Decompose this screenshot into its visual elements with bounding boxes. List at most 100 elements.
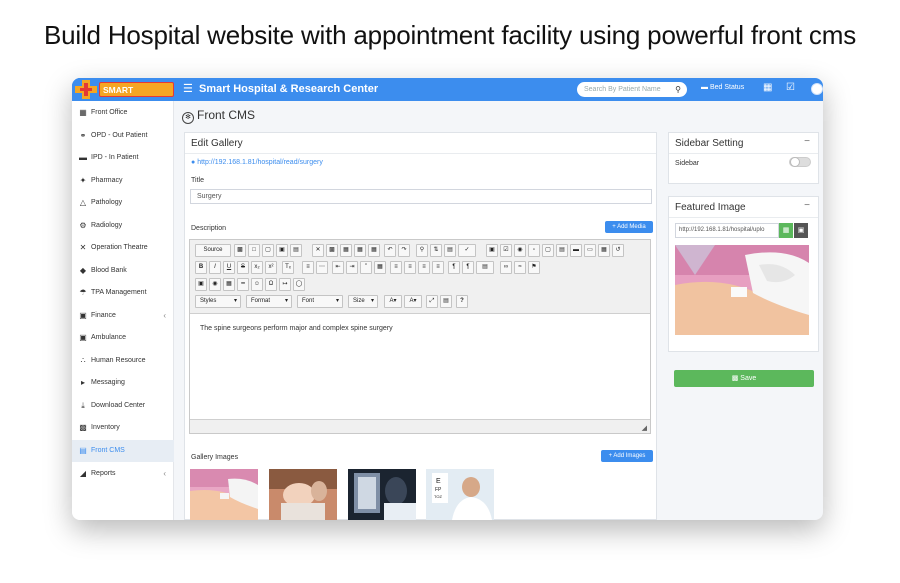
text-color-icon[interactable]: A▾ bbox=[384, 295, 402, 308]
source-button[interactable]: Source bbox=[195, 244, 231, 257]
remove-format-icon[interactable]: Tₓ bbox=[282, 261, 294, 274]
resize-handle-icon[interactable]: ◢ bbox=[642, 424, 647, 432]
show-blocks-icon[interactable]: ▤ bbox=[440, 295, 452, 308]
user-avatar[interactable] bbox=[811, 83, 823, 95]
hamburger-menu-icon[interactable]: ☰ bbox=[183, 82, 193, 95]
image-button-icon[interactable]: ▭ bbox=[584, 244, 596, 257]
link-icon[interactable]: ∞ bbox=[500, 261, 512, 274]
italic-icon[interactable]: I bbox=[209, 261, 221, 274]
calendar-icon[interactable]: ▦ bbox=[763, 82, 772, 93]
checkbox-icon[interactable]: ☑ bbox=[500, 244, 512, 257]
sidebar-item-download-center[interactable]: ⤓ Download Center bbox=[72, 395, 174, 417]
iframe-icon[interactable]: ◯ bbox=[293, 278, 305, 291]
collapse-minus-icon[interactable]: − bbox=[804, 136, 810, 147]
brand-logo[interactable]: SMART HOSPITAL bbox=[72, 78, 174, 110]
textfield-icon[interactable]: ▫ bbox=[528, 244, 540, 257]
numbered-list-icon[interactable]: ≡ bbox=[302, 261, 314, 274]
sidebar-item-finance[interactable]: ▣ Finance ‹ bbox=[72, 305, 174, 327]
flash-icon[interactable]: ◉ bbox=[209, 278, 221, 291]
folder-browse-icon[interactable]: ▦ bbox=[779, 223, 793, 238]
align-right-icon[interactable]: ≡ bbox=[418, 261, 430, 274]
add-images-button[interactable]: + Add Images bbox=[601, 450, 653, 462]
background-color-icon[interactable]: A▾ bbox=[404, 295, 422, 308]
gallery-image-iv-drip[interactable] bbox=[190, 469, 258, 520]
gallery-image-patient[interactable] bbox=[269, 469, 337, 520]
smiley-icon[interactable]: ☺ bbox=[251, 278, 263, 291]
justify-icon[interactable]: ≡ bbox=[432, 261, 444, 274]
language-icon[interactable]: ▤ bbox=[476, 261, 494, 274]
gallery-url-link[interactable]: ● http://192.168.1.81/hospital/read/surg… bbox=[191, 159, 323, 166]
paste-text-icon[interactable]: ▦ bbox=[354, 244, 366, 257]
sidebar-item-reports[interactable]: ◢ Reports ‹ bbox=[72, 463, 174, 485]
text-rtl-icon[interactable]: ¶ bbox=[462, 261, 474, 274]
editor-content[interactable]: The spine surgeons perform major and com… bbox=[200, 325, 393, 332]
sidebar-item-messaging[interactable]: ▸ Messaging bbox=[72, 372, 174, 394]
save-doc-icon[interactable]: ▩ bbox=[234, 244, 246, 257]
sidebar-item-pathology[interactable]: △ Pathology bbox=[72, 192, 174, 214]
replace-icon[interactable]: ⇅ bbox=[430, 244, 442, 257]
outdent-icon[interactable]: ⇤ bbox=[332, 261, 344, 274]
redo-icon[interactable]: ↷ bbox=[398, 244, 410, 257]
sidebar-item-human-resource[interactable]: ∴ Human Resource bbox=[72, 350, 174, 372]
sidebar-item-inventory[interactable]: ▩ Inventory bbox=[72, 417, 174, 439]
cut-icon[interactable]: ✕ bbox=[312, 244, 324, 257]
horizontal-line-icon[interactable]: ━ bbox=[237, 278, 249, 291]
title-input[interactable]: Surgery bbox=[190, 189, 652, 204]
select-field-icon[interactable]: ▤ bbox=[556, 244, 568, 257]
button-field-icon[interactable]: ▬ bbox=[570, 244, 582, 257]
bulleted-list-icon[interactable]: ⋯ bbox=[316, 261, 328, 274]
search-icon[interactable]: ⚲ bbox=[675, 82, 681, 97]
align-center-icon[interactable]: ≡ bbox=[404, 261, 416, 274]
sidebar-item-pharmacy[interactable]: ✦ Pharmacy bbox=[72, 170, 174, 192]
collapse-minus-icon[interactable]: − bbox=[804, 200, 810, 211]
spellcheck-icon[interactable]: ✓ bbox=[458, 244, 476, 257]
templates-icon[interactable]: ▤ bbox=[290, 244, 302, 257]
bold-icon[interactable]: B bbox=[195, 261, 207, 274]
select-all-icon[interactable]: ▤ bbox=[444, 244, 456, 257]
textarea-icon[interactable]: ▢ bbox=[542, 244, 554, 257]
page-break-icon[interactable]: ↦ bbox=[279, 278, 291, 291]
sidebar-item-opd[interactable]: ⚭ OPD - Out Patient bbox=[72, 125, 174, 147]
undo-icon[interactable]: ↶ bbox=[384, 244, 396, 257]
styles-dropdown[interactable]: Styles ▾ bbox=[195, 295, 241, 308]
bed-status-button[interactable]: ▬ Bed Status bbox=[701, 84, 744, 91]
sidebar-item-radiology[interactable]: ⚙ Radiology bbox=[72, 215, 174, 237]
anchor-flag-icon[interactable]: ⚑ bbox=[528, 261, 540, 274]
div-container-icon[interactable]: ▦ bbox=[374, 261, 386, 274]
help-icon[interactable]: ? bbox=[456, 295, 468, 308]
maximize-icon[interactable]: ⤢ bbox=[426, 295, 438, 308]
paste-word-icon[interactable]: ▦ bbox=[368, 244, 380, 257]
find-icon[interactable]: ⚲ bbox=[416, 244, 428, 257]
align-left-icon[interactable]: ≡ bbox=[390, 261, 402, 274]
form-icon[interactable]: ▣ bbox=[486, 244, 498, 257]
gallery-image-eye-exam[interactable]: E FP TOZ bbox=[426, 469, 494, 520]
sidebar-item-tpa-management[interactable]: ☂ TPA Management bbox=[72, 282, 174, 304]
text-ltr-icon[interactable]: ¶ bbox=[448, 261, 460, 274]
sidebar-toggle-switch[interactable] bbox=[789, 157, 811, 167]
strikethrough-icon[interactable]: S bbox=[237, 261, 249, 274]
task-check-icon[interactable]: ☑ bbox=[786, 82, 795, 93]
unlink-icon[interactable]: ≈ bbox=[514, 261, 526, 274]
print-icon[interactable]: ▣ bbox=[276, 244, 288, 257]
trash-icon[interactable]: ▣ bbox=[794, 223, 808, 238]
gallery-image-xray[interactable] bbox=[348, 469, 416, 520]
sidebar-item-ipd[interactable]: ▬ IPD - In Patient bbox=[72, 147, 174, 169]
new-page-icon[interactable]: □ bbox=[248, 244, 260, 257]
superscript-icon[interactable]: x² bbox=[265, 261, 277, 274]
special-char-icon[interactable]: Ω bbox=[265, 278, 277, 291]
size-dropdown[interactable]: Size ▾ bbox=[348, 295, 378, 308]
save-button[interactable]: ▩ Save bbox=[674, 370, 814, 387]
sidebar-item-operation-theatre[interactable]: ✕ Operation Theatre bbox=[72, 237, 174, 259]
blockquote-icon[interactable]: ” bbox=[360, 261, 372, 274]
sidebar-item-front-cms[interactable]: ▤ Front CMS bbox=[72, 440, 174, 462]
featured-image-url-input[interactable]: http://192.168.1.81/hospital/uplo bbox=[675, 223, 779, 238]
paste-icon[interactable]: ▦ bbox=[340, 244, 352, 257]
hidden-field-icon[interactable]: ▦ bbox=[598, 244, 610, 257]
subscript-icon[interactable]: x₂ bbox=[251, 261, 263, 274]
underline-icon[interactable]: U bbox=[223, 261, 235, 274]
copy-icon[interactable]: ▩ bbox=[326, 244, 338, 257]
sidebar-item-blood-bank[interactable]: ◆ Blood Bank bbox=[72, 260, 174, 282]
patient-search-input[interactable]: Search By Patient Name ⚲ bbox=[577, 82, 687, 97]
sidebar-item-ambulance[interactable]: ▣ Ambulance bbox=[72, 327, 174, 349]
table-icon[interactable]: ▦ bbox=[223, 278, 235, 291]
